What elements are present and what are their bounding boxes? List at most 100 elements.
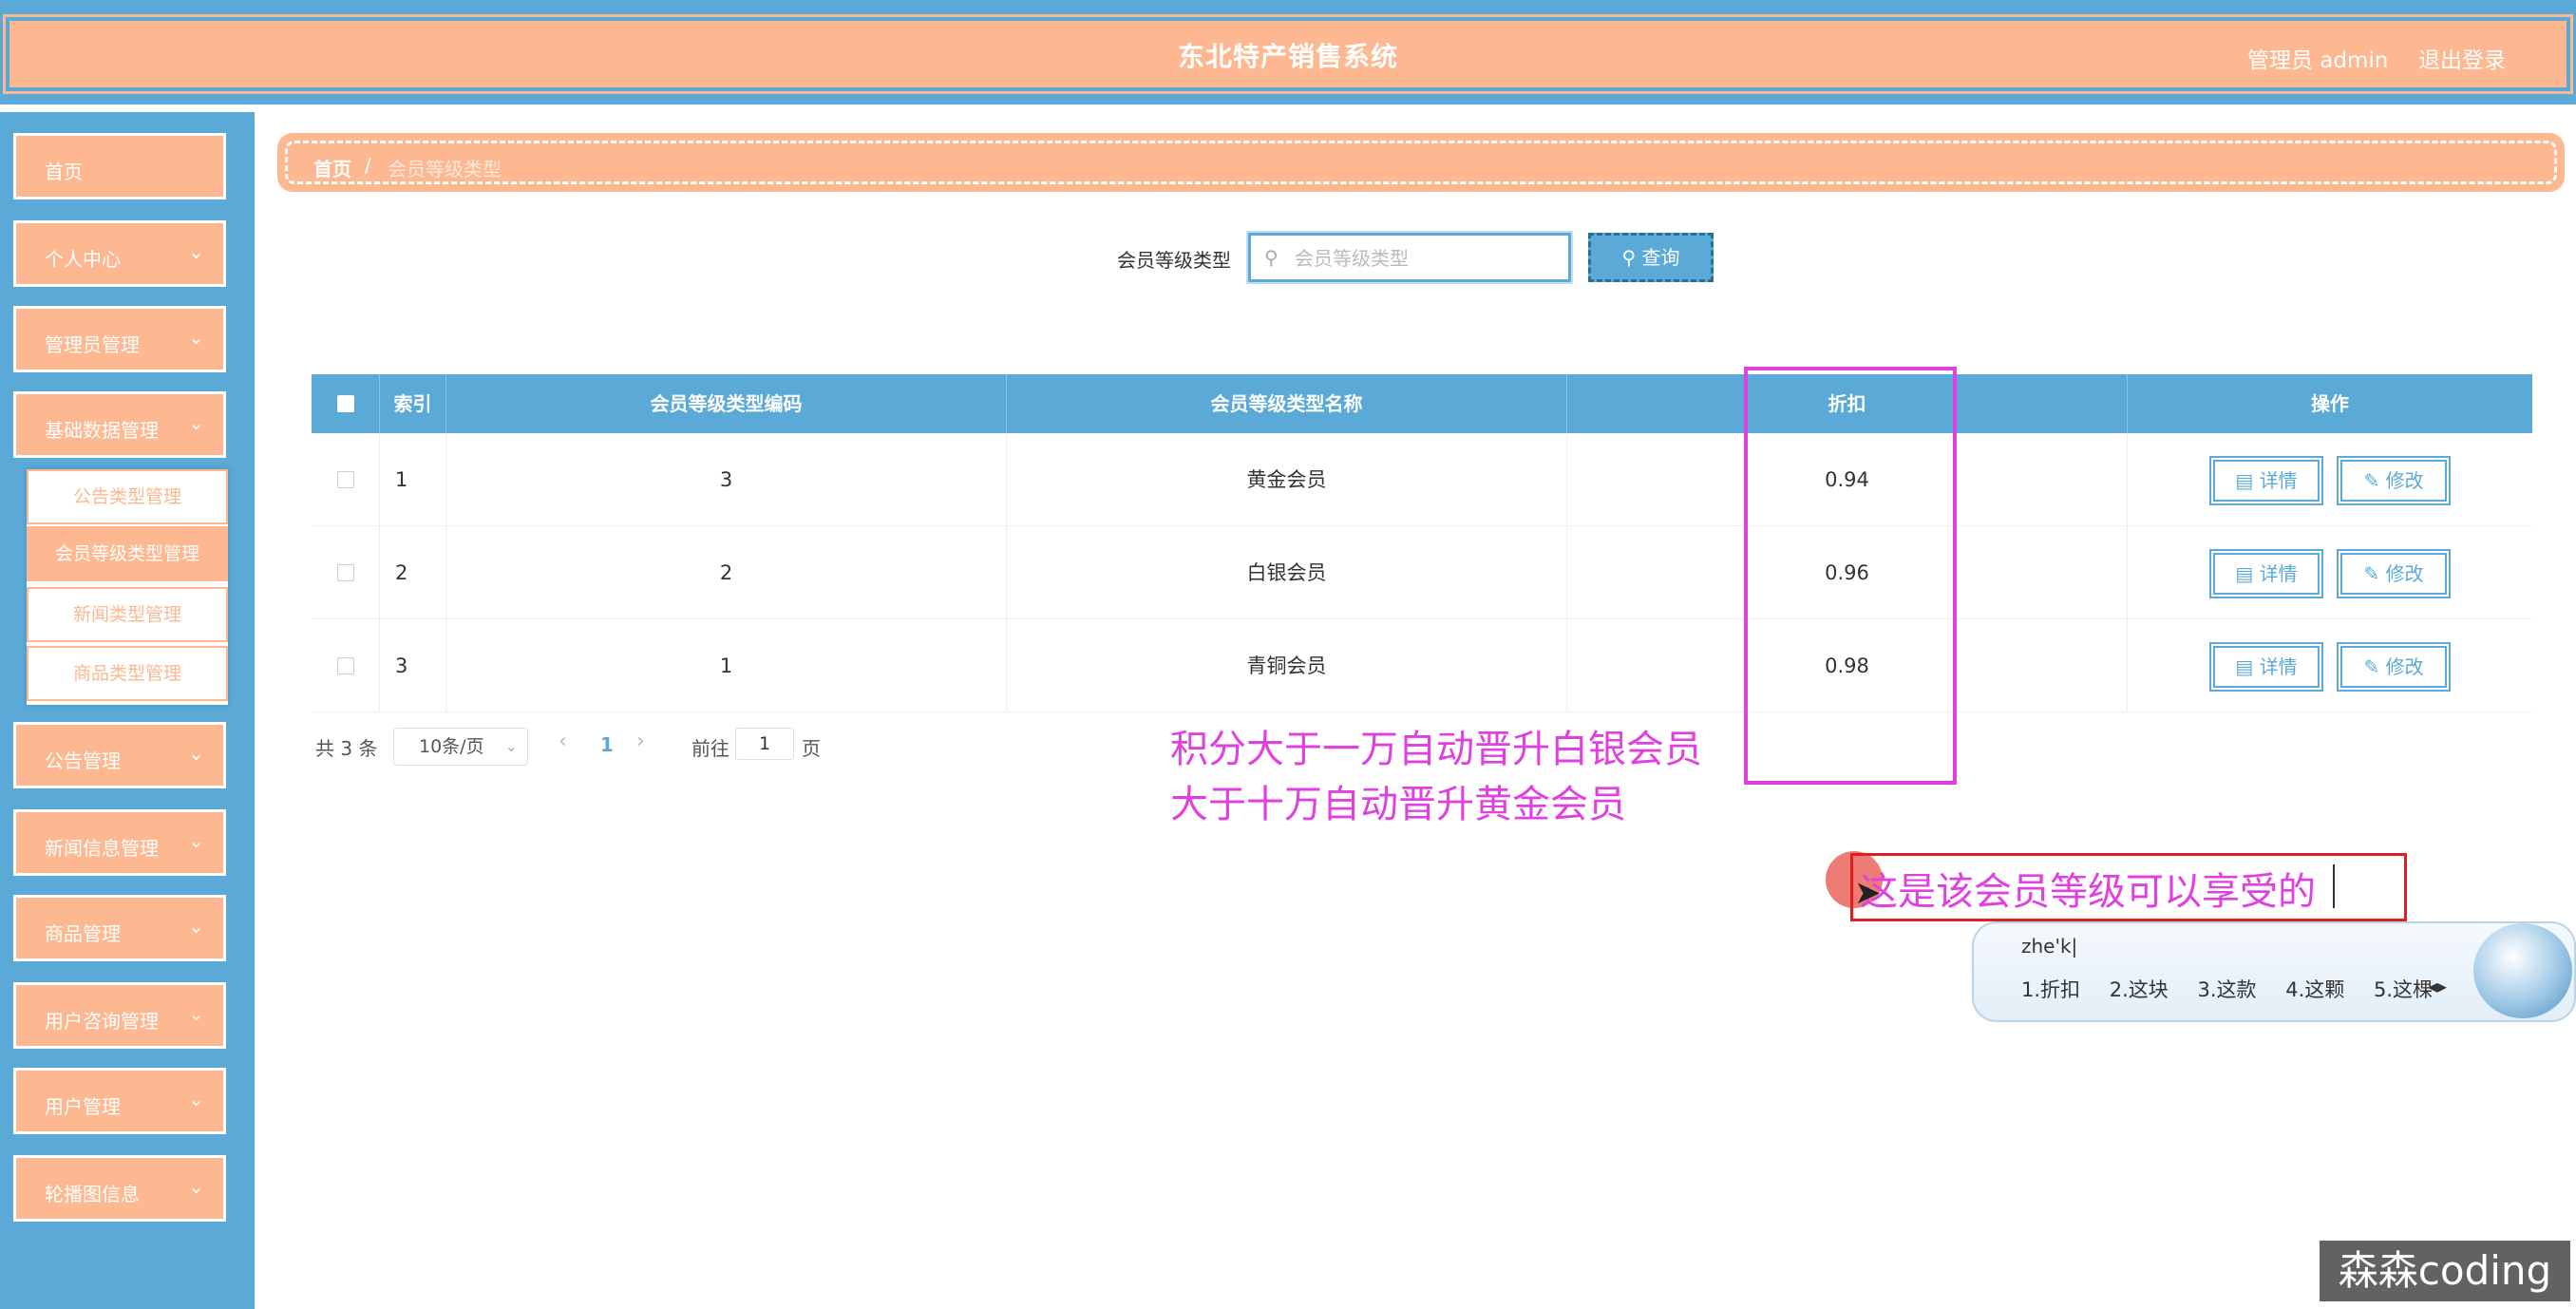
breadcrumb-separator: / [365, 154, 371, 177]
edit-button[interactable]: ✎ 修改 [2337, 642, 2451, 692]
breadcrumb-border [285, 141, 2557, 184]
pencil-icon: ✎ [2363, 655, 2380, 678]
row-select-cell [312, 433, 380, 526]
sidebar-item-basic-data[interactable]: 基础数据管理 ⌄ [13, 391, 226, 458]
edit-button-label: 修改 [2385, 655, 2424, 678]
column-header-index: 索引 [380, 374, 446, 433]
row-checkbox[interactable] [337, 564, 354, 581]
chevron-down-icon: ⌄ [188, 1088, 204, 1110]
pencil-icon: ✎ [2363, 562, 2380, 585]
sidebar-item-label: 用户管理 [45, 1095, 121, 1118]
sidebar-item-notice[interactable]: 公告管理 ⌄ [13, 722, 226, 788]
submenu-item-member-level-type[interactable]: 会员等级类型管理 [27, 526, 228, 581]
header-select-all-cell [312, 374, 380, 433]
logout-link[interactable]: 退出登录 [2418, 42, 2506, 74]
sidebar-item-consult[interactable]: 用户咨询管理 ⌄ [13, 982, 226, 1049]
ime-candidate[interactable]: 4.这颗 [2285, 978, 2344, 1001]
annotation-typing-text: 这是该会员等级可以享受的 [1860, 870, 2316, 914]
cell-code: 3 [446, 433, 1007, 526]
detail-button[interactable]: ▤ 详情 [2209, 456, 2323, 505]
edit-button-label: 修改 [2385, 562, 2424, 585]
sidebar-item-label: 管理员管理 [45, 333, 140, 356]
search-button[interactable]: ⚲ 查询 [1588, 233, 1714, 282]
column-header-actions: 操作 [2311, 392, 2349, 415]
search-box: ⚲ [1246, 231, 1573, 284]
pagination-total: 共 3 条 [315, 737, 378, 760]
ime-candidate[interactable]: 3.这款 [2197, 978, 2256, 1001]
ime-candidate[interactable]: 1.折扣 [2021, 978, 2080, 1001]
sidebar-item-home[interactable]: 首页 [13, 133, 226, 199]
cell-actions: ▤ 详情 ✎ 修改 [2128, 619, 2532, 712]
detail-button-label: 详情 [2259, 562, 2298, 585]
edit-button-label: 修改 [2385, 469, 2424, 492]
document-icon: ▤ [2235, 469, 2254, 492]
chevron-down-icon: ⌄ [188, 829, 204, 852]
row-checkbox[interactable] [337, 471, 354, 488]
sidebar-item-label: 首页 [45, 161, 83, 183]
sidebar-item-label: 用户咨询管理 [45, 1010, 159, 1033]
cell-index: 2 [380, 526, 446, 619]
detail-button[interactable]: ▤ 详情 [2209, 549, 2323, 598]
sidebar-item-news[interactable]: 新闻信息管理 ⌄ [13, 809, 226, 876]
select-all-checkbox[interactable] [337, 395, 354, 412]
row-select-cell [312, 526, 380, 619]
goto-page-input[interactable] [735, 728, 794, 760]
sidebar-item-label: 轮播图信息 [45, 1183, 140, 1205]
mouse-pointer-icon: ➤ [1854, 874, 1882, 912]
search-icon: ⚲ [1264, 246, 1279, 269]
breadcrumb-current: 会员等级类型 [388, 158, 502, 180]
submenu-item-goods-type[interactable]: 商品类型管理 [27, 646, 228, 701]
row-checkbox[interactable] [337, 657, 354, 674]
table-row: 2 2 白银会员 0.96 ▤ 详情 ✎ 修改 [312, 526, 2532, 619]
sidebar-item-admin[interactable]: 管理员管理 ⌄ [13, 306, 226, 372]
chevron-down-icon: ⌄ [504, 737, 518, 755]
next-page-button[interactable]: › [636, 730, 645, 753]
search-label: 会员等级类型 [1117, 249, 1231, 272]
sidebar: 首页 个人中心 ⌄ 管理员管理 ⌄ 基础数据管理 ⌄ 公告管理 ⌄ 新闻信息管理… [0, 112, 255, 1309]
submenu-item-notice-type[interactable]: 公告类型管理 [27, 469, 228, 524]
search-input[interactable] [1293, 243, 1563, 274]
sidebar-item-carousel[interactable]: 轮播图信息 ⌄ [13, 1155, 226, 1222]
row-select-cell [312, 619, 380, 712]
sidebar-item-goods[interactable]: 商品管理 ⌄ [13, 895, 226, 961]
breadcrumb [277, 133, 2565, 192]
cell-actions: ▤ 详情 ✎ 修改 [2128, 433, 2532, 526]
table-row: 3 1 青铜会员 0.98 ▤ 详情 ✎ 修改 [312, 619, 2532, 712]
search-button-label: 查询 [1641, 246, 1680, 269]
sidebar-item-users[interactable]: 用户管理 ⌄ [13, 1068, 226, 1134]
annotation-line-1: 积分大于一万自动晋升白银会员 [1170, 728, 1702, 771]
prev-page-button[interactable]: ‹ [559, 730, 567, 753]
edit-button[interactable]: ✎ 修改 [2337, 456, 2451, 505]
watermark: 森森coding [2320, 1241, 2570, 1301]
sidebar-item-profile[interactable]: 个人中心 ⌄ [13, 220, 226, 287]
submenu-basic-data: 公告类型管理 会员等级类型管理 新闻类型管理 商品类型管理 [27, 469, 228, 705]
submenu-item-news-type[interactable]: 新闻类型管理 [27, 587, 228, 642]
page-unit-label: 页 [802, 737, 821, 760]
document-icon: ▤ [2235, 562, 2254, 585]
table-header: 索引 会员等级类型编码 会员等级类型名称 折扣 操作 [312, 374, 2532, 433]
page-size-select[interactable]: 10条/页 ⌄ [393, 728, 528, 766]
ime-logo-icon [2473, 923, 2572, 1018]
edit-button[interactable]: ✎ 修改 [2337, 549, 2451, 598]
ime-composition: zhe'k| [2021, 935, 2078, 958]
page-number[interactable]: 1 [600, 733, 614, 756]
detail-button-label: 详情 [2259, 469, 2298, 492]
column-header-name: 会员等级类型名称 [1007, 374, 1567, 433]
header-user: 管理员 admin [2247, 48, 2389, 73]
annotation-line-2: 大于十万自动晋升黄金会员 [1170, 783, 1626, 826]
search-icon: ⚲ [1621, 246, 1637, 269]
ime-candidate[interactable]: 2.这块 [2110, 978, 2169, 1001]
ime-candidate[interactable]: 5.这棵 [2374, 978, 2433, 1001]
text-caret [2333, 864, 2335, 908]
sidebar-item-label: 公告管理 [45, 749, 121, 772]
chevron-down-icon: ⌄ [188, 326, 204, 349]
breadcrumb-home[interactable]: 首页 [313, 154, 351, 181]
chevron-down-icon: ⌄ [188, 1002, 204, 1025]
sidebar-item-label: 个人中心 [45, 248, 121, 271]
sidebar-item-label: 商品管理 [45, 922, 121, 945]
cell-code: 2 [446, 526, 1007, 619]
goto-label: 前往 [691, 737, 729, 760]
ime-page-arrows-icon[interactable]: ◂▸ [2428, 975, 2447, 997]
cell-code: 1 [446, 619, 1007, 712]
detail-button[interactable]: ▤ 详情 [2209, 642, 2323, 692]
